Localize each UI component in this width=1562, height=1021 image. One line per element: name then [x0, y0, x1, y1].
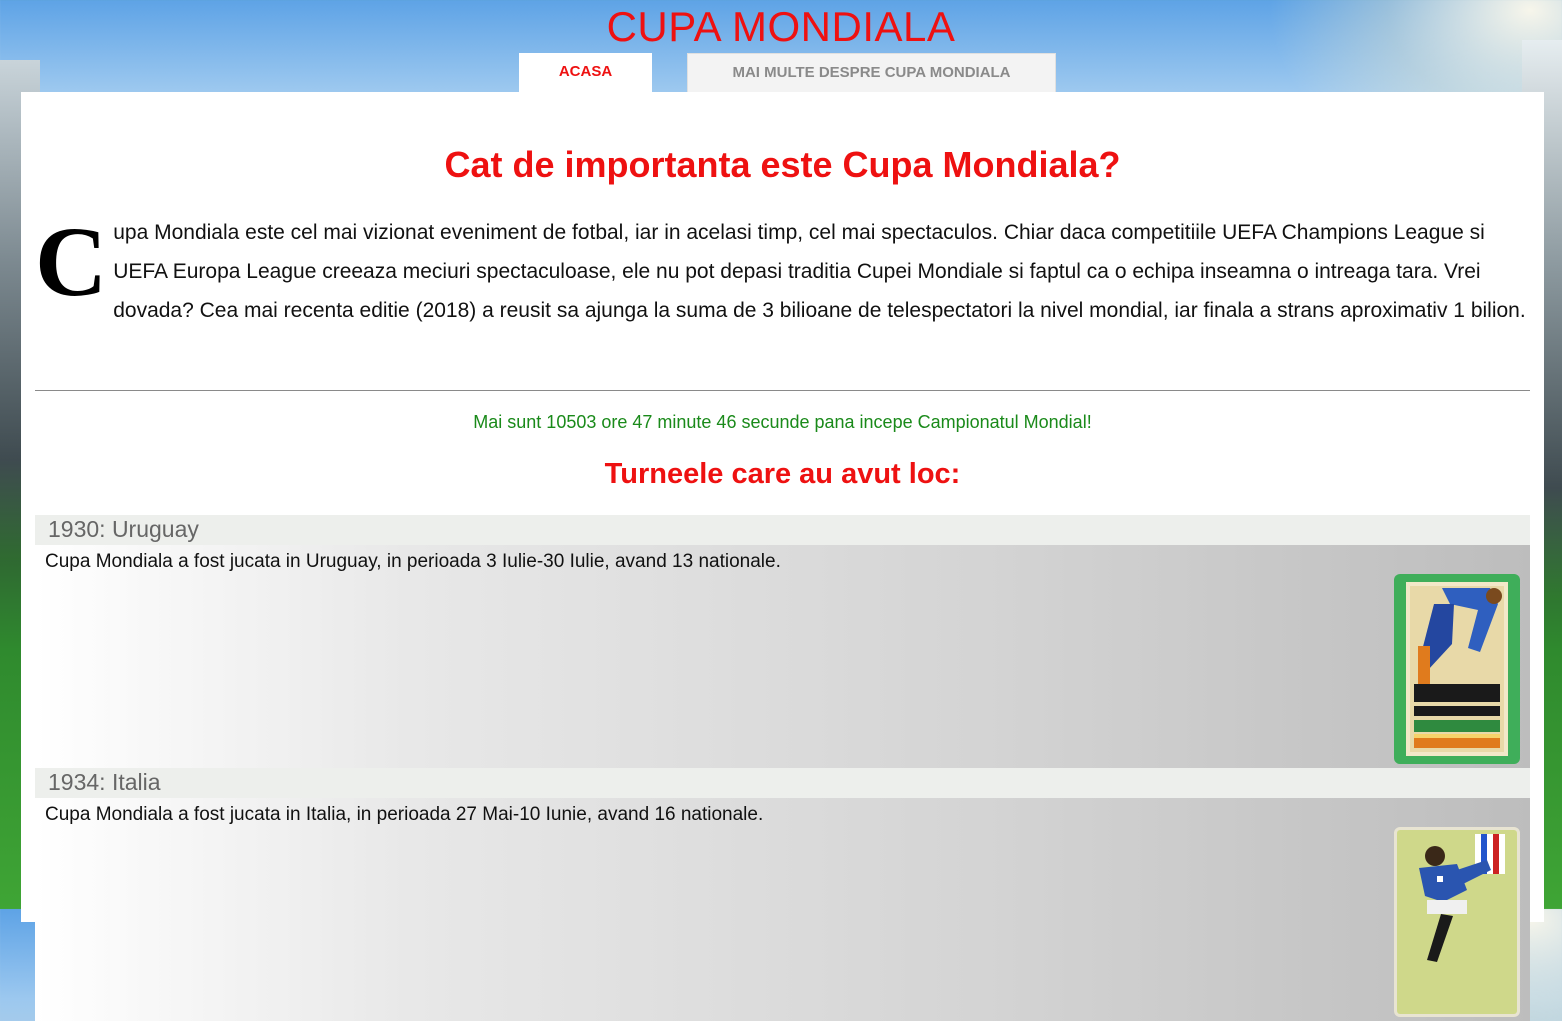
intro-paragraph: Cupa Mondiala este cel mai vizionat even…	[35, 206, 1533, 330]
tournament-item-1934: 1934: Italia Cupa Mondiala a fost jucata…	[35, 768, 1530, 1021]
main-nav: ACASA MAI MULTE DESPRE CUPA MONDIALA	[0, 53, 1562, 93]
tournament-title: 1930: Uruguay	[35, 515, 1530, 545]
tournament-item-1930: 1930: Uruguay Cupa Mondiala a fost jucat…	[35, 515, 1530, 768]
tournament-title: 1934: Italia	[35, 768, 1530, 798]
site-title: CUPA MONDIALA	[606, 3, 956, 50]
tournament-body: Cupa Mondiala a fost jucata in Uruguay, …	[35, 545, 1530, 768]
world-cup-1934-poster-icon	[1394, 827, 1520, 1017]
world-cup-1930-poster-icon	[1394, 574, 1520, 764]
page-headline: Cat de importanta este Cupa Mondiala?	[444, 144, 1121, 185]
tournaments-heading: Turneele care au avut loc:	[604, 458, 961, 490]
intro-dropcap: C	[35, 206, 108, 317]
tournament-description: Cupa Mondiala a fost jucata in Italia, i…	[45, 804, 764, 825]
tournament-body: Cupa Mondiala a fost jucata in Italia, i…	[35, 798, 1530, 1021]
main-content: Cat de importanta este Cupa Mondiala? Cu…	[21, 92, 1544, 1021]
intro-text: upa Mondiala este cel mai vizionat eveni…	[113, 221, 1526, 322]
tournament-description: Cupa Mondiala a fost jucata in Uruguay, …	[45, 551, 781, 572]
tab-acasa[interactable]: ACASA	[519, 53, 652, 93]
section-divider	[35, 390, 1530, 391]
countdown-text: Mai sunt 10503 ore 47 minute 46 secunde …	[473, 412, 1092, 432]
tab-mai-multe-despre-cupa-mondiala[interactable]: MAI MULTE DESPRE CUPA MONDIALA	[687, 53, 1056, 93]
